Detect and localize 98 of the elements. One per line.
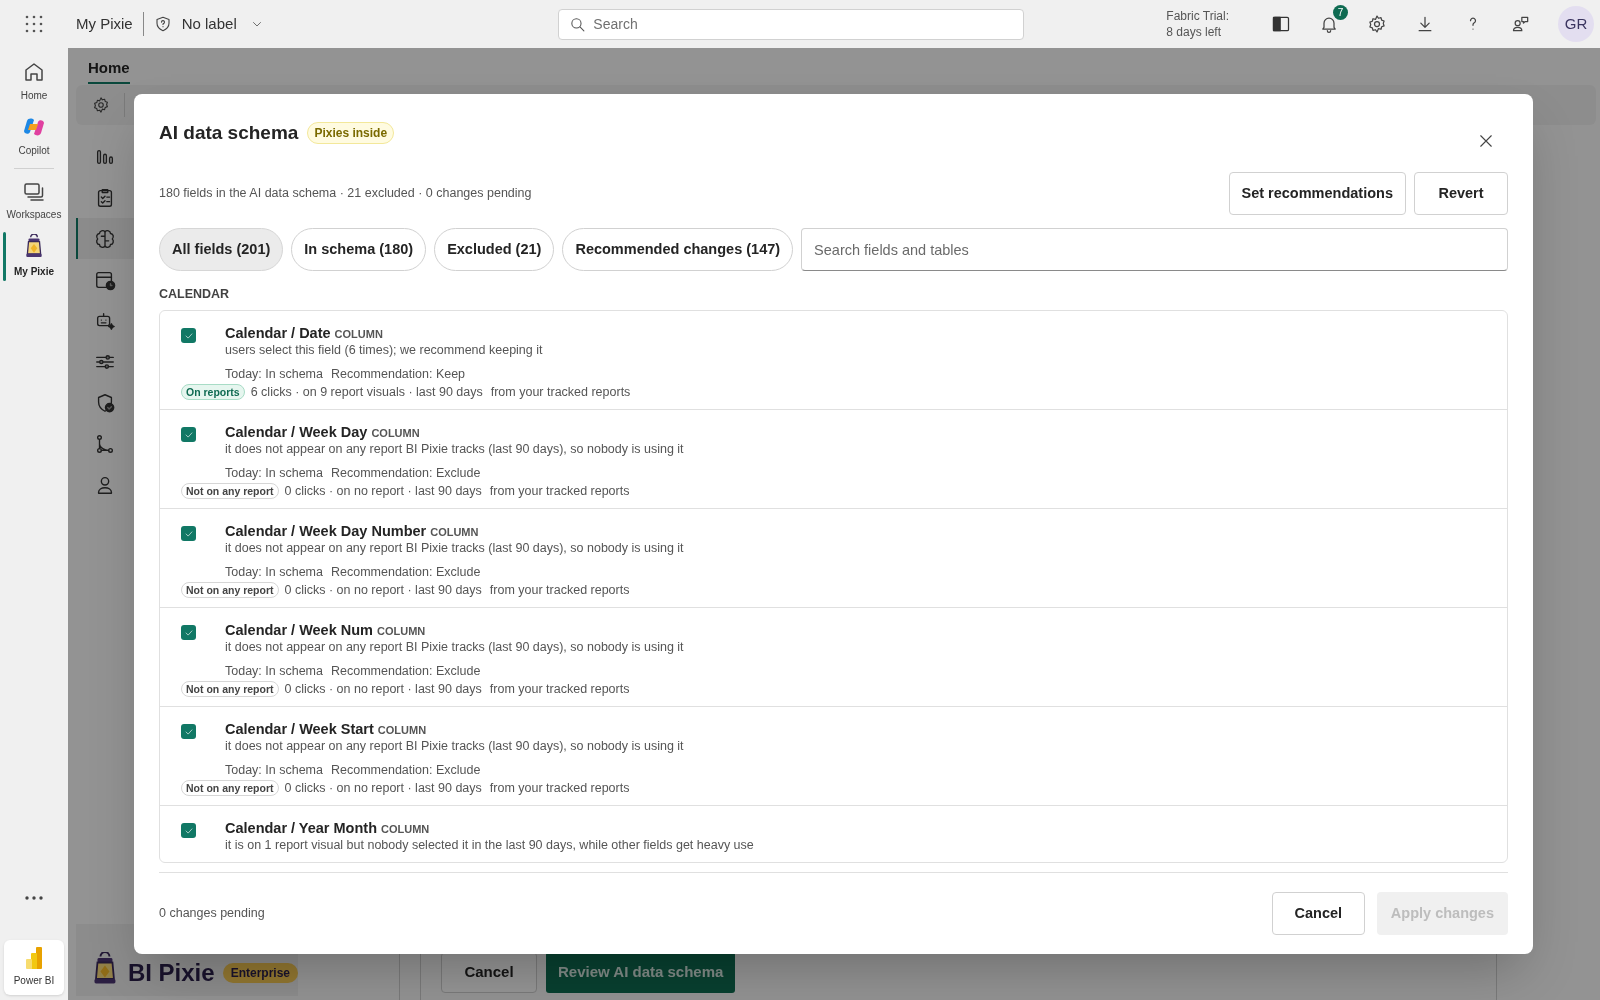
checkbox[interactable] (181, 823, 196, 838)
summary-text: 180 fields in the AI data schema · 21 excluded · 0 changes pending (159, 185, 532, 203)
people-chat-icon (1511, 14, 1531, 34)
title-badge: Pixies inside (307, 122, 395, 144)
rail-item[interactable]: Home (0, 54, 68, 109)
usage-source: from your tracked reports (490, 383, 631, 401)
field-type: COLUMN (371, 426, 420, 441)
field-type: COLUMN (377, 624, 426, 639)
field-name: Calendar / Year Month (225, 819, 378, 838)
brand-name: BI Pixie (127, 958, 215, 988)
brain-icon (94, 227, 116, 250)
field-name: Calendar / Week Day (225, 423, 368, 442)
power-bi-switcher[interactable]: Power BI (4, 940, 64, 995)
rail-item[interactable]: Copilot (0, 109, 68, 164)
checkmark-icon (183, 330, 194, 341)
flow-diagram-icon (94, 432, 116, 455)
usage-badge: Not on any report (181, 681, 279, 697)
rail-item[interactable]: My Pixie (0, 228, 68, 286)
notification-count: 7 (1333, 5, 1348, 20)
search-icon (569, 15, 587, 33)
filter-chip[interactable]: Recommended changes (147) (562, 228, 794, 271)
field-reason: it does not appear on any report BI Pixie tracks (last 90 days), so nobody is using it (225, 441, 684, 458)
recommendation: Recommendation: Exclude (330, 464, 481, 482)
app-launcher-icon[interactable] (25, 15, 43, 33)
trial-days-left: 8 days left (1166, 24, 1222, 40)
cancel-button[interactable]: Cancel (1271, 892, 1365, 935)
filter-chip[interactable]: Excluded (21) (434, 228, 555, 271)
field-name: Calendar / Date (225, 324, 331, 343)
checkmark-icon (183, 429, 194, 440)
recommendation: Recommendation: Keep (330, 365, 466, 383)
checkbox[interactable] (181, 724, 196, 739)
field-type: COLUMN (381, 822, 430, 837)
search-field[interactable]: Search fields and tables (801, 228, 1508, 271)
usage-stats: 0 clicks · on no report · last 90 days (284, 680, 482, 698)
notifications-button[interactable]: 7 (1316, 5, 1348, 37)
revert-button[interactable]: Revert (1414, 172, 1508, 215)
field-name: Calendar / Week Day Number (225, 522, 427, 541)
home-icon (22, 60, 46, 84)
field-reason: users select this field (6 times); we recommend keeping it (225, 342, 543, 359)
current-status: Today: In schema (225, 563, 323, 581)
recommendation: Recommendation: Exclude (330, 563, 481, 581)
sensitivity-label-dropdown[interactable]: No label (153, 12, 263, 36)
usage-source: from your tracked reports (489, 482, 630, 500)
recommendation: Recommendation: Exclude (330, 761, 481, 779)
footer-status: 0 changes pending (159, 905, 265, 923)
usage-badge: Not on any report (181, 483, 279, 499)
checkbox[interactable] (181, 625, 196, 640)
field-type: COLUMN (334, 327, 383, 342)
bar-chart-logo-icon (25, 947, 43, 969)
nav-item[interactable] (76, 218, 134, 259)
usage-source: from your tracked reports (489, 779, 630, 797)
filter-chip[interactable]: All fields (201) (159, 228, 284, 271)
more-icon[interactable] (25, 896, 43, 900)
section-heading: CALENDAR (159, 286, 231, 301)
checkmark-icon (183, 627, 194, 638)
recommendation: Recommendation: Exclude (330, 662, 481, 680)
panel-icon (1271, 14, 1291, 34)
usage-badge: Not on any report (181, 780, 279, 796)
usage-stats: 0 clicks · on no report · last 90 days (284, 482, 482, 500)
checkbox[interactable] (181, 427, 196, 442)
usage-stats: 6 clicks · on 9 report visuals · last 90 days (250, 383, 483, 401)
usage-stats: 0 clicks · on no report · last 90 days (284, 779, 482, 797)
usage-stats: 0 clicks · on no report · last 90 days (284, 581, 482, 599)
dialog-title: AI data schema (159, 120, 299, 145)
field-reason: it does not appear on any report BI Pixie tracks (last 90 days), so nobody is using it (225, 540, 684, 557)
field-name: Calendar / Week Start (225, 720, 374, 739)
field-type: COLUMN (430, 525, 479, 540)
checkmark-icon (183, 825, 194, 836)
filter-chip[interactable]: In schema (180) (291, 228, 427, 271)
settings-icon (1367, 14, 1387, 34)
current-status: Today: In schema (225, 662, 323, 680)
current-status: Today: In schema (225, 365, 323, 383)
avatar[interactable]: GR (1558, 6, 1594, 42)
checkbox[interactable] (181, 526, 196, 541)
field-reason: it is on 1 report visual but nobody selected it in the last 90 days, while other fields get heavy use (225, 837, 754, 854)
cancel-button[interactable]: Cancel (441, 952, 537, 993)
current-status: Today: In schema (225, 761, 323, 779)
settings-icon (92, 96, 110, 114)
search-field[interactable]: Search (558, 8, 1025, 40)
edition-badge: Enterprise (222, 963, 298, 983)
field-type: COLUMN (377, 723, 427, 738)
checkbox[interactable] (181, 328, 196, 343)
usage-badge: On reports (181, 384, 245, 400)
current-status: Today: In schema (225, 464, 323, 482)
shield-question-icon (153, 15, 172, 33)
checkmark-icon (183, 528, 194, 539)
usage-source: from your tracked reports (489, 680, 630, 698)
field-reason: it does not appear on any report BI Pixie tracks (last 90 days), so nobody is using it (225, 639, 684, 656)
app-name[interactable]: My Pixie (76, 12, 133, 36)
field-reason: it does not appear on any report BI Pixie tracks (last 90 days), so nobody is using it (225, 738, 684, 755)
close-icon (1477, 132, 1495, 150)
usage-badge: Not on any report (181, 582, 279, 598)
checkmark-icon (183, 726, 194, 737)
rail-item[interactable]: Workspaces (0, 173, 68, 228)
set-recommendations-button[interactable]: Set recommendations (1228, 172, 1406, 215)
usage-source: from your tracked reports (489, 581, 630, 599)
trial-status: Fabric Trial: (1166, 8, 1229, 24)
field-name: Calendar / Week Num (225, 621, 373, 640)
